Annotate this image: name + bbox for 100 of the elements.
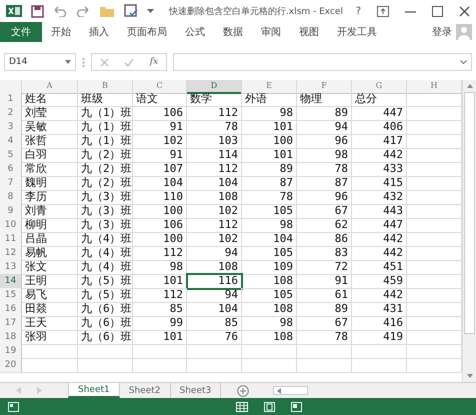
- row-header[interactable]: 1: [0, 92, 22, 107]
- sheet-tab[interactable]: Sheet1: [68, 383, 120, 398]
- row-header[interactable]: 9: [0, 204, 22, 219]
- scroll-up-icon[interactable]: [466, 84, 472, 88]
- table-cell: 九（3）班: [78, 204, 133, 219]
- table-cell: 78: [242, 190, 297, 205]
- table-cell: 443: [352, 204, 407, 219]
- table-cell: 107: [133, 162, 187, 177]
- empty-cell: [78, 344, 133, 359]
- checklist-icon[interactable]: [124, 4, 138, 18]
- row-header[interactable]: 5: [0, 148, 22, 163]
- normal-view-icon[interactable]: [236, 402, 248, 412]
- file-tab[interactable]: 文件: [0, 22, 42, 42]
- row-header[interactable]: 13: [0, 260, 22, 275]
- name-box[interactable]: D14: [4, 53, 76, 71]
- formula-input[interactable]: [173, 53, 472, 71]
- table-cell: 442: [352, 148, 407, 163]
- row-header[interactable]: 6: [0, 162, 22, 177]
- table-cell: 86: [297, 232, 352, 247]
- ribbon-tab[interactable]: 数据: [214, 22, 252, 42]
- table-cell: 100: [133, 204, 187, 219]
- empty-cell: [133, 344, 187, 359]
- table-cell: 100: [133, 232, 187, 247]
- table-cell: 张哲: [22, 134, 78, 149]
- table-cell: 易帆: [22, 246, 78, 261]
- vertical-scrollbar[interactable]: [462, 80, 476, 382]
- close-icon[interactable]: [459, 6, 470, 16]
- row-header[interactable]: 18: [0, 330, 22, 345]
- column-header[interactable]: G: [352, 80, 407, 94]
- grip-icon: [82, 56, 85, 68]
- table-cell: 105: [242, 246, 297, 261]
- empty-cell: [297, 358, 352, 373]
- row-header[interactable]: 4: [0, 134, 22, 149]
- expand-icon[interactable]: [460, 60, 467, 64]
- row-header[interactable]: 16: [0, 302, 22, 317]
- table-cell: 406: [352, 120, 407, 135]
- table-cell: 67: [297, 316, 352, 331]
- row-header[interactable]: 20: [0, 358, 22, 373]
- macro-record-icon[interactable]: [8, 402, 19, 412]
- table-cell: 张羽: [22, 330, 78, 345]
- table-cell: 总分: [352, 92, 407, 107]
- row-header[interactable]: 19: [0, 344, 22, 359]
- row-header[interactable]: 12: [0, 246, 22, 261]
- undo-icon[interactable]: [53, 5, 67, 17]
- scroll-left-icon[interactable]: [277, 388, 282, 394]
- checkmark-icon[interactable]: [124, 58, 134, 66]
- column-header[interactable]: D: [187, 80, 242, 94]
- table-cell: 98: [242, 218, 297, 233]
- page-layout-icon[interactable]: [264, 402, 275, 412]
- table-cell: 432: [352, 190, 407, 205]
- ribbon-tab[interactable]: 开发工具: [328, 22, 386, 42]
- ribbon-tab[interactable]: 开始: [42, 22, 80, 42]
- column-header[interactable]: A: [22, 80, 78, 94]
- column-header[interactable]: B: [78, 80, 133, 94]
- row-header[interactable]: 3: [0, 120, 22, 135]
- table-cell: 106: [133, 106, 187, 121]
- row-header[interactable]: 11: [0, 232, 22, 247]
- page-break-icon[interactable]: [291, 402, 302, 412]
- save-icon[interactable]: [31, 4, 44, 18]
- row-header[interactable]: 15: [0, 288, 22, 303]
- help-button[interactable]: ?: [356, 6, 361, 16]
- horizontal-scrollbar[interactable]: [273, 386, 308, 395]
- row-header[interactable]: 17: [0, 316, 22, 331]
- ribbon-tab[interactable]: 页面布局: [118, 22, 176, 42]
- dropdown-icon[interactable]: [147, 8, 154, 14]
- maximize-icon[interactable]: [432, 6, 443, 16]
- add-sheet-icon[interactable]: [237, 384, 250, 396]
- column-header[interactable]: C: [133, 80, 187, 94]
- table-cell: 89: [297, 106, 352, 121]
- table-cell: 104: [242, 232, 297, 247]
- ribbon-tab[interactable]: 插入: [80, 22, 118, 42]
- avatar-icon: [456, 24, 472, 40]
- table-cell: 78: [187, 120, 242, 135]
- table-cell: 外语: [242, 92, 297, 107]
- table-cell: 110: [133, 190, 187, 205]
- ribbon-tab[interactable]: 视图: [290, 22, 328, 42]
- table-cell: 447: [352, 106, 407, 121]
- cancel-icon[interactable]: [100, 58, 109, 66]
- insert-function-button[interactable]: fx: [150, 57, 158, 67]
- ribbon-display-icon[interactable]: [377, 6, 389, 16]
- redo-icon[interactable]: [76, 5, 90, 17]
- row-header[interactable]: 2: [0, 106, 22, 121]
- row-header[interactable]: 8: [0, 190, 22, 205]
- table-cell: 九（4）班: [78, 260, 133, 275]
- column-header[interactable]: E: [242, 80, 297, 94]
- empty-cell: [133, 358, 187, 373]
- row-header[interactable]: 14: [0, 274, 22, 289]
- sign-in-link[interactable]: 登录: [428, 25, 456, 39]
- table-cell: 吴敏: [22, 120, 78, 135]
- column-header[interactable]: F: [297, 80, 352, 94]
- table-cell: 101: [242, 148, 297, 163]
- row-header[interactable]: 10: [0, 218, 22, 233]
- row-header[interactable]: 7: [0, 176, 22, 191]
- table-cell: 96: [297, 134, 352, 149]
- table-cell: 419: [352, 330, 407, 345]
- ribbon-tab[interactable]: 公式: [176, 22, 214, 42]
- ribbon-tab[interactable]: 审阅: [252, 22, 290, 42]
- table-cell: 442: [352, 232, 407, 247]
- scroll-down-icon[interactable]: [466, 374, 472, 378]
- column-header[interactable]: H: [407, 80, 462, 94]
